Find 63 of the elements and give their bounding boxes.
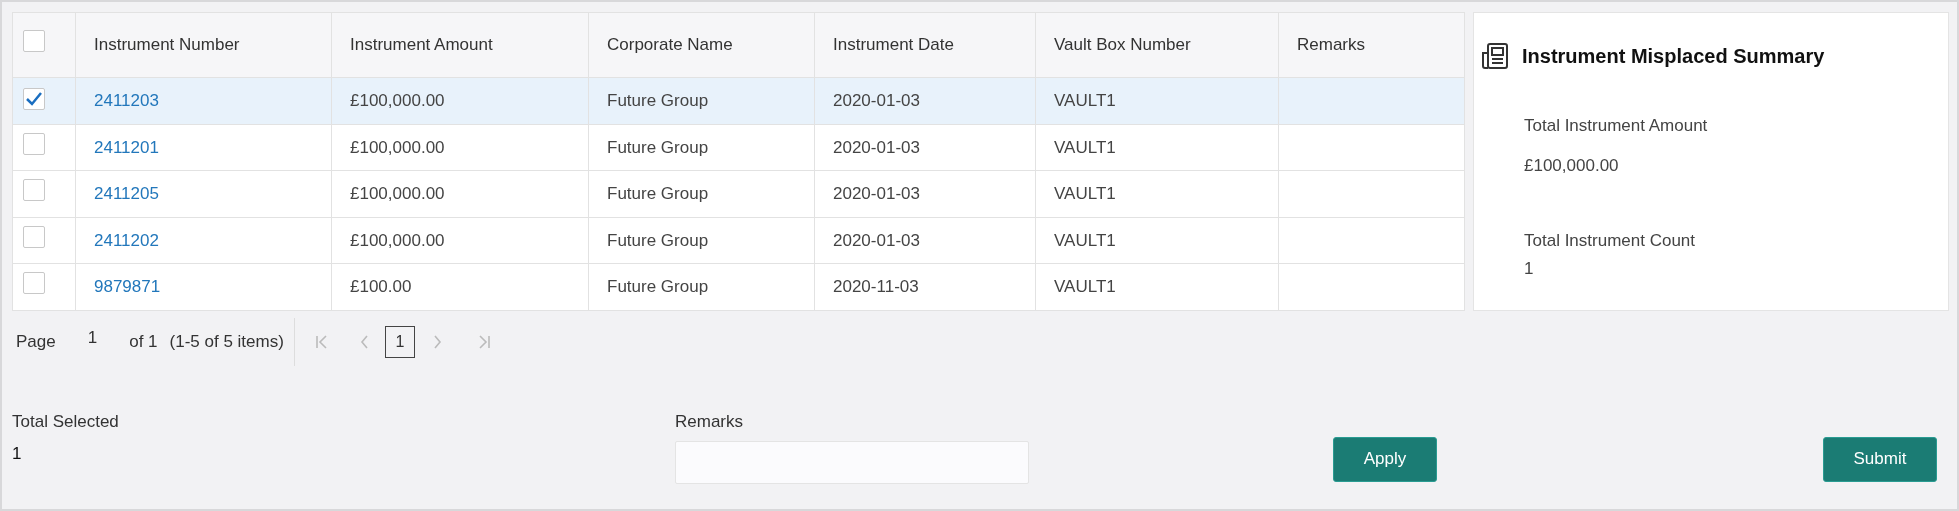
table-cell: VAULT1: [1054, 137, 1116, 157]
summary-title: Instrument Misplaced Summary: [1522, 44, 1825, 69]
column-header: Instrument Amount: [350, 35, 493, 55]
checkbox[interactable]: [23, 132, 45, 155]
table-row[interactable]: 2411203 £100,000.00 Future Group 2020-01-03 VAULT1: [12, 77, 1465, 125]
checkbox[interactable]: [23, 87, 45, 110]
instrument-link[interactable]: 2411203: [94, 91, 159, 111]
table-cell: Future Group: [607, 277, 709, 297]
table-cell: VAULT1: [1054, 230, 1116, 250]
table-cell: 2020-01-03: [833, 91, 920, 111]
column-header: Instrument Date: [833, 35, 954, 55]
table-cell: £100,000.00: [350, 184, 445, 204]
newspaper-icon: [1480, 41, 1510, 71]
submit-button[interactable]: Submit: [1823, 436, 1937, 482]
checkbox[interactable]: [23, 272, 45, 295]
total-selected-value: 1: [12, 442, 23, 465]
checkbox[interactable]: [23, 225, 45, 248]
table-row[interactable]: 2411201 £100,000.00 Future Group 2020-01-03 VAULT1: [12, 124, 1465, 171]
page-count: of 1: [129, 331, 158, 354]
table-row[interactable]: 9879871 £100.00 Future Group 2020-11-03 VAULT1: [12, 263, 1465, 311]
page-button[interactable]: 1: [384, 326, 415, 358]
summary-value: 1: [1524, 257, 1535, 280]
checkbox[interactable]: [23, 179, 45, 202]
summary-label: Total Instrument Count: [1524, 230, 1697, 252]
item-range: (1-5 of 5 items): [169, 318, 295, 366]
instrument-link[interactable]: 2411205: [94, 184, 159, 204]
table-cell: £100,000.00: [350, 91, 445, 111]
summary-value: £100,000.00: [1524, 154, 1620, 177]
page-label: Page: [16, 331, 56, 354]
table-cell: Future Group: [607, 137, 709, 157]
page-number: 1: [87, 327, 98, 349]
previous-page-icon[interactable]: [358, 334, 369, 350]
table-cell: 2020-01-03: [833, 137, 920, 157]
column-header: Vault Box Number: [1054, 35, 1191, 55]
apply-button[interactable]: Apply: [1333, 436, 1437, 482]
table-cell: 2020-11-03: [833, 277, 919, 297]
table-cell: Future Group: [607, 230, 709, 250]
remarks-field[interactable]: [675, 440, 1029, 484]
first-page-icon[interactable]: [314, 334, 329, 350]
column-header: Instrument Number: [94, 35, 240, 55]
table-cell: £100.00: [350, 277, 412, 297]
next-page-icon[interactable]: [432, 334, 443, 350]
instrument-link[interactable]: 2411201: [94, 137, 159, 157]
table-cell: £100,000.00: [350, 230, 445, 250]
total-selected-label: Total Selected: [12, 411, 120, 433]
column-header: Corporate Name: [607, 35, 733, 55]
table-cell: VAULT1: [1054, 184, 1116, 204]
table-cell: £100,000.00: [350, 137, 445, 157]
table-row[interactable]: 2411202 £100,000.00 Future Group 2020-01-03 VAULT1: [12, 217, 1465, 264]
summary-label: Total Instrument Amount: [1524, 115, 1709, 137]
table-cell: Future Group: [607, 91, 709, 111]
table-cell: 2020-01-03: [833, 184, 920, 204]
last-page-icon[interactable]: [476, 334, 491, 350]
table-cell: VAULT1: [1054, 277, 1116, 297]
instrument-link[interactable]: 9879871: [94, 277, 161, 297]
table-cell: 2020-01-03: [833, 230, 920, 250]
table-cell: Future Group: [607, 184, 709, 204]
table-cell: VAULT1: [1054, 91, 1116, 111]
column-header: Remarks: [1297, 35, 1365, 55]
remarks-label: Remarks: [675, 411, 744, 433]
instrument-link[interactable]: 2411202: [94, 230, 159, 250]
checkbox[interactable]: [23, 30, 45, 53]
table-row[interactable]: 2411205 £100,000.00 Future Group 2020-01-03 VAULT1: [12, 170, 1465, 218]
